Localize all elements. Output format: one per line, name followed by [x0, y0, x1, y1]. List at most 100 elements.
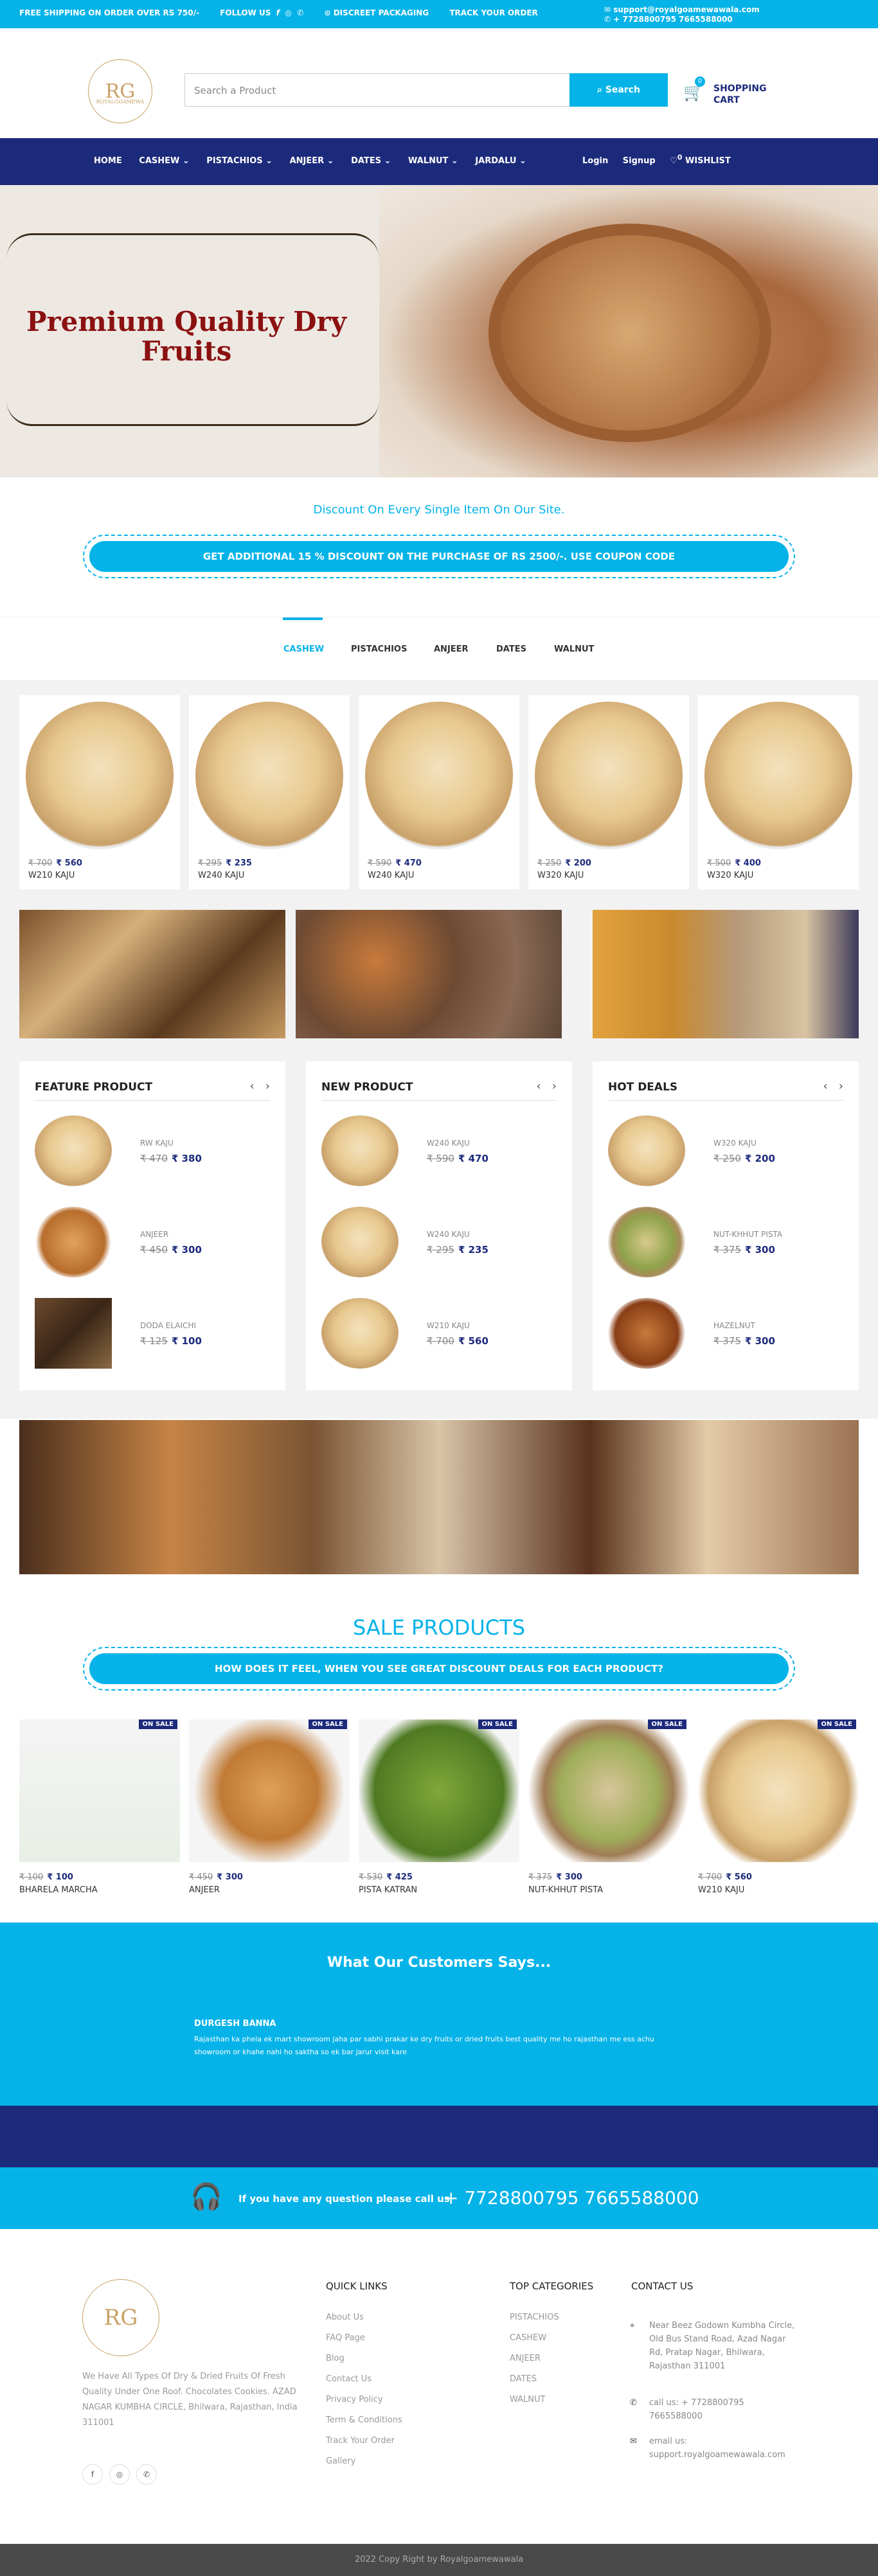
contact-call[interactable]: ✆ call us: + 7728800795 7665588000	[630, 2396, 798, 2423]
tab-dates[interactable]: DATES	[496, 644, 526, 654]
cart-count-badge: 0	[695, 76, 705, 87]
site-logo[interactable]: RG ROYALGOAMEWA	[88, 59, 152, 123]
phone-icon: ✆	[630, 2398, 637, 2408]
footer-link[interactable]: Track Your Order	[326, 2436, 402, 2456]
product-card[interactable]: ₹ 700 ₹ 560 W210 KAJU	[19, 695, 180, 889]
instagram-icon[interactable]: ◎	[109, 2464, 130, 2485]
call-question: If you have any question please call us	[238, 2193, 450, 2205]
contact-email[interactable]: ✉ email us: support.royalgoamewawala.com	[630, 2435, 798, 2462]
product-card[interactable]: ₹ 250 ₹ 200 W320 KAJU	[528, 695, 689, 889]
sale-product-card[interactable]: ON SALE ₹ 530 ₹ 425 PISTA KATRAN	[359, 1719, 519, 1914]
list-item[interactable]: W240 KAJU ₹ 590 ₹ 470	[321, 1115, 557, 1186]
product-card[interactable]: ₹ 295 ₹ 235 W240 KAJU	[189, 695, 350, 889]
product-name: W320 KAJU	[707, 871, 754, 880]
header: RG ROYALGOAMEWA Search a Product ⌕ Search…	[0, 28, 878, 138]
wide-promo-banner[interactable]	[19, 1420, 859, 1574]
top-email[interactable]: ✉ support@royalgoamewawala.com	[604, 5, 760, 15]
sale-product-card[interactable]: ON SALE ₹ 700 ₹ 560 W210 KAJU	[698, 1719, 859, 1914]
footer-description: We Have All Types Of Dry & Dried Fruits …	[82, 2372, 298, 2428]
category-link[interactable]: ANJEER	[510, 2354, 593, 2374]
list-item[interactable]: W210 KAJU ₹ 700 ₹ 560	[321, 1298, 557, 1369]
product-card[interactable]: ₹ 590 ₹ 470 W240 KAJU	[359, 695, 519, 889]
signup-link[interactable]: Signup	[623, 156, 656, 166]
nav-cashew[interactable]: CASHEW ⌄	[139, 156, 189, 166]
top-bar: FREE SHIPPING ON ORDER OVER RS 750/- FOL…	[0, 0, 878, 28]
product-card[interactable]: ₹ 500 ₹ 400 W320 KAJU	[698, 695, 859, 889]
footer-logo[interactable]: RG	[82, 2279, 159, 2356]
on-sale-badge: ON SALE	[817, 1719, 856, 1729]
call-phone[interactable]: + 7728800795 7665588000	[443, 2187, 699, 2208]
footer-link[interactable]: Contact Us	[326, 2374, 402, 2395]
tab-walnut[interactable]: WALNUT	[554, 644, 594, 654]
footer: RG We Have All Types Of Dry & Dried Frui…	[0, 2229, 878, 2544]
product-image	[359, 1719, 519, 1862]
list-item[interactable]: ANJEER ₹ 450 ₹ 300	[35, 1207, 270, 1277]
top-categories: TOP CATEGORIES PISTACHIOS CASHEW ANJEER …	[510, 2280, 593, 2415]
tab-cashew[interactable]: CASHEW	[283, 644, 324, 654]
whatsapp-icon[interactable]: ✆	[297, 8, 303, 17]
search-button[interactable]: ⌕ Search	[569, 73, 668, 107]
list-item[interactable]: RW KAJU ₹ 470 ₹ 380	[35, 1115, 270, 1186]
category-link[interactable]: CASHEW	[510, 2333, 593, 2354]
contact-address: ⌖ Near Beez Godown Kumbha Circle, Old Bus…	[630, 2319, 798, 2373]
list-item[interactable]: W240 KAJU ₹ 295 ₹ 235	[321, 1207, 557, 1277]
nav-anjeer[interactable]: ANJEER ⌄	[290, 156, 334, 166]
headset-icon: 🎧	[190, 2182, 222, 2212]
tab-pistachios[interactable]: PISTACHIOS	[351, 644, 407, 654]
wishlist-link[interactable]: ♡0 WISHLIST	[670, 154, 742, 166]
call-band: 🎧 If you have any question please call u…	[0, 2167, 878, 2229]
nav-dates[interactable]: DATES ⌄	[351, 156, 391, 166]
product-image	[195, 702, 343, 849]
category-link[interactable]: PISTACHIOS	[510, 2313, 593, 2333]
testimonial-section: What Our Customers Says... DURGESH BANNA…	[0, 1923, 878, 2106]
carousel-arrows[interactable]: ‹ ›	[823, 1079, 843, 1093]
promo-banner-image[interactable]	[593, 910, 859, 1038]
sale-product-card[interactable]: ON SALE ₹ 375 ₹ 300 NUT-KHHUT PISTA	[528, 1719, 689, 1914]
category-link[interactable]: WALNUT	[510, 2395, 593, 2415]
list-item[interactable]: HAZELNUT ₹ 375 ₹ 300	[608, 1298, 843, 1369]
main-nav: HOME CASHEW ⌄ PISTACHIOS ⌄ ANJEER ⌄ DATE…	[0, 138, 878, 185]
footer-link[interactable]: Term & Conditions	[326, 2415, 402, 2436]
sale-question-banner: HOW DOES IT FEEL, WHEN YOU SEE GREAT DIS…	[83, 1647, 795, 1691]
sale-question-text: HOW DOES IT FEEL, WHEN YOU SEE GREAT DIS…	[89, 1653, 789, 1684]
list-item[interactable]: DODA ELAICHI ₹ 125 ₹ 100	[35, 1298, 270, 1369]
sale-product-card[interactable]: ON SALE ₹ 100 ₹ 100 BHARELA MARCHA	[19, 1719, 180, 1914]
footer-link[interactable]: Privacy Policy	[326, 2395, 402, 2415]
nav-pistachios[interactable]: PISTACHIOS ⌄	[206, 156, 273, 166]
list-item[interactable]: W320 KAJU ₹ 250 ₹ 200	[608, 1115, 843, 1186]
product-image	[321, 1115, 399, 1186]
sale-product-card[interactable]: ON SALE ₹ 450 ₹ 300 ANJEER	[189, 1719, 350, 1914]
nav-walnut[interactable]: WALNUT ⌄	[408, 156, 458, 166]
carousel-arrows[interactable]: ‹ ›	[536, 1079, 557, 1093]
top-phone[interactable]: ✆ + 7728800795 7665588000	[604, 15, 760, 24]
footer-link[interactable]: FAQ Page	[326, 2333, 402, 2354]
search-input[interactable]: Search a Product	[184, 73, 570, 107]
product-image	[35, 1115, 112, 1186]
on-sale-badge: ON SALE	[647, 1719, 686, 1729]
discount-text: Discount On Every Single Item On Our Sit…	[313, 503, 565, 517]
whatsapp-icon[interactable]: ✆	[136, 2464, 157, 2485]
coupon-text[interactable]: GET ADDITIONAL 15 % DISCOUNT ON THE PURC…	[89, 541, 789, 572]
category-link[interactable]: DATES	[510, 2374, 593, 2395]
navy-divider-band	[0, 2106, 878, 2167]
nav-jardalu[interactable]: JARDALU ⌄	[475, 156, 526, 166]
product-name: NUT-KHHUT PISTA	[528, 1885, 604, 1895]
contact-us: CONTACT US ⌖ Near Beez Godown Kumbha Circ…	[630, 2280, 798, 2460]
login-link[interactable]: Login	[582, 156, 608, 166]
footer-link[interactable]: About Us	[326, 2313, 402, 2333]
list-item[interactable]: NUT-KHHUT PISTA ₹ 375 ₹ 300	[608, 1207, 843, 1277]
promo-banner-image[interactable]	[296, 910, 562, 1038]
track-order-link[interactable]: TRACK YOUR ORDER	[449, 8, 537, 17]
tab-anjeer[interactable]: ANJEER	[434, 644, 469, 654]
mail-icon: ✉	[630, 2437, 637, 2446]
quick-links: QUICK LINKS About Us FAQ Page Blog Conta…	[326, 2280, 402, 2477]
promo-banner-image[interactable]	[19, 910, 285, 1038]
footer-link[interactable]: Gallery	[326, 2456, 402, 2477]
instagram-icon[interactable]: ◎	[285, 8, 291, 17]
hero-banner[interactable]: Premium Quality Dry Fruits	[0, 185, 878, 477]
carousel-arrows[interactable]: ‹ ›	[249, 1079, 270, 1093]
nav-home[interactable]: HOME	[94, 156, 122, 166]
facebook-icon[interactable]: f	[276, 8, 280, 17]
facebook-icon[interactable]: f	[82, 2464, 103, 2485]
footer-link[interactable]: Blog	[326, 2354, 402, 2374]
